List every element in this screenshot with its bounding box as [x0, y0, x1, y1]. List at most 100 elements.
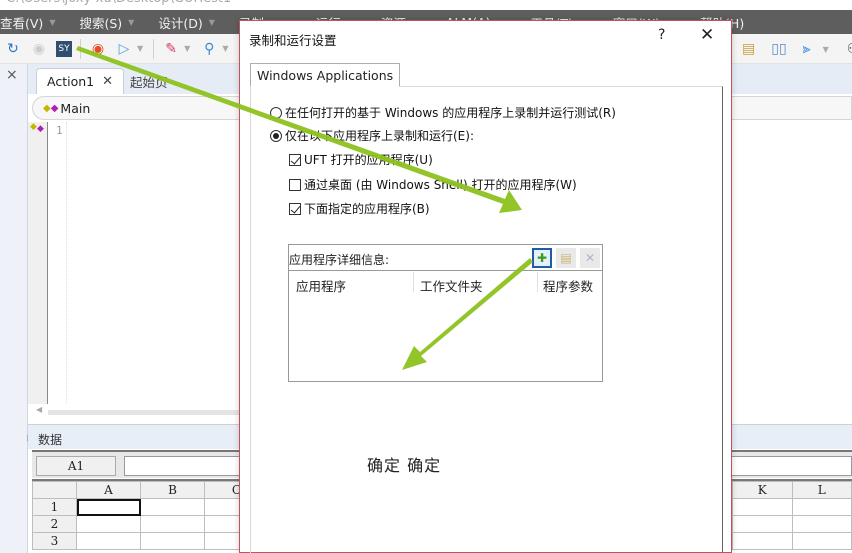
grid-cell[interactable]: [791, 498, 852, 516]
check-uft-opened-label: UFT 打开的应用程序(U): [304, 153, 433, 167]
column-divider[interactable]: [413, 272, 414, 292]
check-specified-apps-label: 下面指定的应用程序(B): [304, 202, 430, 216]
line-number-divider: [66, 122, 67, 404]
checkbox[interactable]: [289, 202, 301, 215]
table-row: 3: [32, 532, 269, 550]
grid-header-row: A B C: [32, 481, 269, 499]
scrollbar-thumb[interactable]: [48, 410, 248, 415]
grid-cell[interactable]: [791, 532, 852, 550]
spy-dropdown-icon[interactable]: ▼: [222, 44, 228, 53]
table-row: [732, 515, 852, 533]
menu-design-label: 设计(D): [158, 15, 203, 31]
tab-windows-applications[interactable]: Windows Applications: [250, 63, 401, 87]
app-window: C:\Users\joxy-xu\Desktop\GUITest1 查看(V) ▼…: [0, 0, 852, 553]
spy-icon[interactable]: ⚲: [200, 40, 218, 58]
menu-search-label: 搜索(S): [79, 15, 123, 31]
step-run-icon[interactable]: ⫸: [803, 40, 811, 58]
run-dropdown-icon[interactable]: ▼: [137, 44, 143, 53]
action-marker-icon: ◆: [30, 122, 37, 132]
grid-cell[interactable]: [76, 532, 141, 550]
checkbox[interactable]: [289, 153, 301, 166]
toolbar-right: ▤ ▯▯ ⫸ ▼ ⚇: [732, 34, 852, 64]
column-application[interactable]: 应用程序: [296, 276, 346, 295]
close-icon[interactable]: ✕: [700, 25, 714, 45]
title-bar: C:\Users\joxy-xu\Desktop\GUITest1: [0, 0, 852, 10]
refresh-icon[interactable]: ↻: [4, 40, 22, 58]
column-program-args[interactable]: 程序参数: [543, 276, 593, 295]
radio-only-listed-label: 仅在以下应用程序上录制和运行(E):: [285, 129, 474, 143]
scroll-left-icon[interactable]: ◀: [36, 405, 42, 414]
radio-button[interactable]: [270, 106, 282, 119]
dialog-title: 录制和运行设置: [249, 33, 337, 48]
grid-cell[interactable]: [732, 515, 793, 533]
check-uft-opened[interactable]: UFT 打开的应用程序(U): [289, 151, 433, 168]
delete-application-button[interactable]: ✕: [580, 248, 600, 268]
line-number: 1: [56, 124, 63, 137]
column-working-folder[interactable]: 工作文件夹: [420, 276, 483, 295]
grid-cell[interactable]: [791, 515, 852, 533]
grid-cell[interactable]: [732, 498, 793, 516]
table-row: [732, 532, 852, 550]
checkpoint-dropdown-icon[interactable]: ▼: [184, 44, 190, 53]
tab-action1-label: Action1: [47, 74, 95, 89]
help-icon[interactable]: ?: [658, 27, 665, 43]
radio-any-app[interactable]: 在任何打开的基于 Windows 的应用程序上录制并运行测试(R): [270, 104, 616, 121]
radio-any-app-label: 在任何打开的基于 Windows 的应用程序上录制并运行测试(R): [285, 106, 616, 120]
cell-reference[interactable]: A1: [36, 456, 116, 476]
checkbox[interactable]: [289, 178, 301, 191]
row-header[interactable]: 1: [32, 498, 77, 516]
menu-view-label: 查看(V): [0, 15, 44, 31]
radio-button[interactable]: [270, 129, 282, 142]
column-divider[interactable]: [537, 272, 538, 292]
action-marker-icon-b: ◆: [37, 124, 44, 134]
check-specified-apps[interactable]: 下面指定的应用程序(B): [289, 200, 430, 217]
table-row: 2: [32, 515, 269, 533]
column-header[interactable]: B: [140, 481, 205, 499]
record-icon[interactable]: ◉: [89, 40, 107, 58]
caret-icon: ▼: [128, 17, 135, 27]
spy-glasses-icon[interactable]: ⚇: [847, 40, 852, 58]
grid-cell[interactable]: [140, 498, 205, 516]
grid-cell[interactable]: [140, 515, 205, 533]
book-icon[interactable]: ▯▯: [771, 40, 786, 58]
tab-action1[interactable]: Action1 ✕: [36, 68, 125, 94]
window-path: C:\Users\joxy-xu\Desktop\GUITest1: [6, 0, 231, 6]
syntax-icon[interactable]: SY: [56, 40, 72, 57]
checkpoint-icon[interactable]: ✎: [162, 40, 180, 58]
grid-cell[interactable]: [732, 532, 793, 550]
record-run-settings-dialog: 录制和运行设置 ? ✕ Windows Applications 在任何打开的基…: [239, 20, 732, 553]
menu-search[interactable]: 搜索(S) ▼: [79, 13, 144, 32]
grid-header-row-right: K L: [732, 481, 852, 499]
column-header[interactable]: L: [791, 481, 852, 499]
close-panel-icon[interactable]: ×: [6, 67, 18, 83]
toolbar-separator: [80, 38, 81, 59]
add-application-button[interactable]: ✚: [532, 248, 552, 268]
radio-only-listed[interactable]: 仅在以下应用程序上录制和运行(E):: [270, 127, 474, 144]
column-header[interactable]: K: [732, 481, 793, 499]
row-header[interactable]: 2: [32, 515, 77, 533]
settings-card-icon[interactable]: ▤: [742, 40, 755, 58]
menu-view[interactable]: 查看(V) ▼: [0, 13, 65, 32]
row-header[interactable]: 3: [32, 532, 77, 550]
grid-cell-selected[interactable]: [76, 498, 141, 516]
run-icon[interactable]: ▷: [115, 40, 133, 58]
caret-icon: ▼: [49, 17, 56, 27]
application-details: 应用程序详细信息: ✚ ▤ ✕ 应用程序 工作文件夹 程序参数: [288, 244, 603, 382]
eye-icon[interactable]: ◉: [30, 40, 48, 58]
tab-panel: 在任何打开的基于 Windows 的应用程序上录制并运行测试(R) 仅在以下应用…: [250, 86, 723, 553]
step-dropdown-icon[interactable]: ▼: [823, 45, 829, 54]
check-desktop-opened[interactable]: 通过桌面 (由 Windows Shell) 打开的应用程序(W): [289, 176, 577, 193]
left-panel-strip: × ⁞: [0, 64, 29, 553]
check-desktop-opened-label: 通过桌面 (由 Windows Shell) 打开的应用程序(W): [304, 178, 577, 192]
editor-gutter: ◆ ◆: [28, 122, 48, 404]
menu-design[interactable]: 设计(D) ▼: [158, 13, 225, 32]
close-tab-icon[interactable]: ✕: [102, 74, 113, 89]
edit-application-button[interactable]: ▤: [556, 248, 576, 268]
grid-cell[interactable]: [76, 515, 141, 533]
caret-icon: ▼: [208, 17, 215, 27]
action-icon-b: ◆: [50, 102, 59, 114]
annotation-text: 确定 确定: [367, 456, 442, 475]
grid-cell[interactable]: [140, 532, 205, 550]
tab-start-page[interactable]: 起始页: [120, 68, 178, 94]
column-header[interactable]: A: [76, 481, 141, 499]
